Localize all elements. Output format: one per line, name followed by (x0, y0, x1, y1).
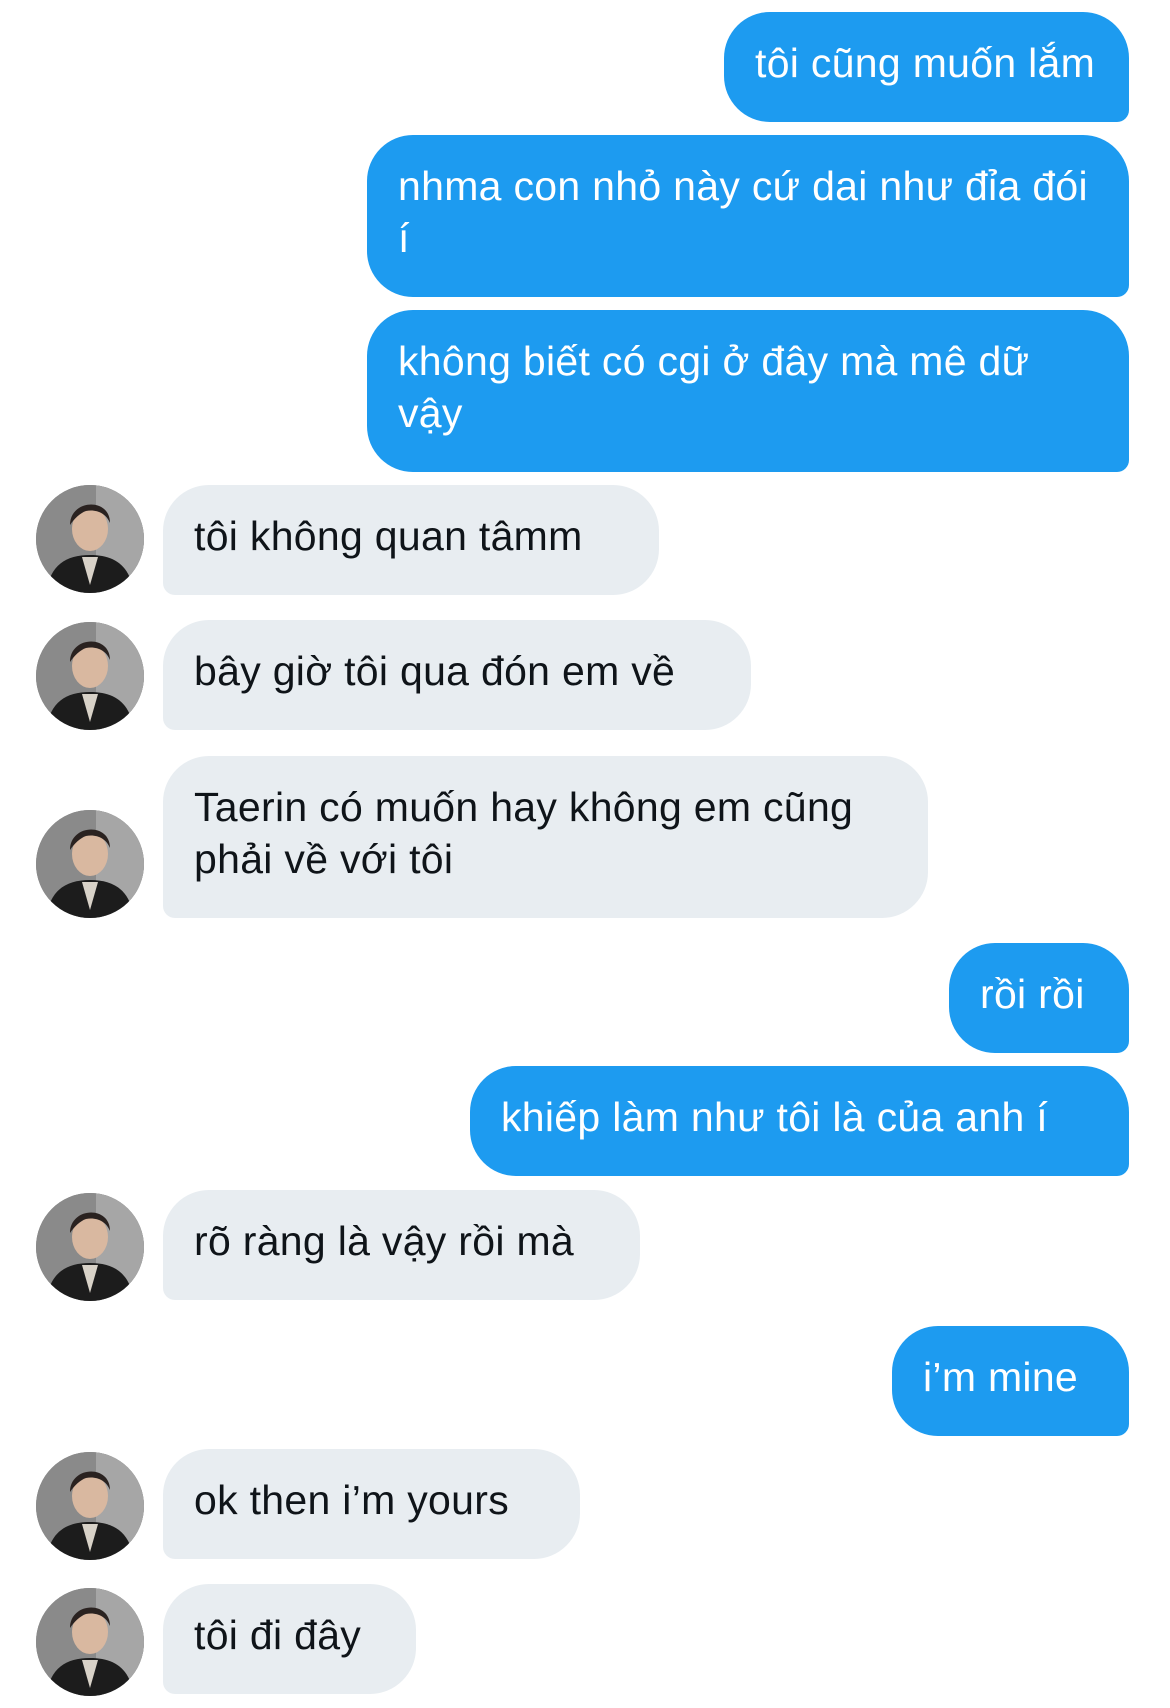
avatar-icon (36, 1588, 144, 1696)
avatar-icon (36, 1193, 144, 1301)
chat-thread: tôi cũng muốn lắm nhma con nhỏ này cứ da… (0, 0, 1170, 1708)
sent-message[interactable]: tôi cũng muốn lắm (724, 12, 1129, 122)
sent-message[interactable]: khiếp làm như tôi là của anh í (470, 1066, 1129, 1176)
contact-avatar[interactable] (36, 1452, 144, 1560)
contact-avatar[interactable] (36, 1588, 144, 1696)
contact-avatar[interactable] (36, 622, 144, 730)
received-message[interactable]: bây giờ tôi qua đón em về (163, 620, 751, 730)
avatar-icon (36, 485, 144, 593)
avatar-icon (36, 810, 144, 918)
sent-message[interactable]: rồi rồi (949, 943, 1129, 1053)
sent-message[interactable]: không biết có cgi ở đây mà mê dữ vậy (367, 310, 1129, 472)
contact-avatar[interactable] (36, 1193, 144, 1301)
received-message[interactable]: Taerin có muốn hay không em cũng phải về… (163, 756, 928, 918)
received-message[interactable]: tôi không quan tâmm (163, 485, 659, 595)
sent-message[interactable]: i’m mine (892, 1326, 1129, 1436)
avatar-icon (36, 1452, 144, 1560)
contact-avatar[interactable] (36, 485, 144, 593)
received-message[interactable]: rõ ràng là vậy rồi mà (163, 1190, 640, 1300)
contact-avatar[interactable] (36, 810, 144, 918)
avatar-icon (36, 622, 144, 730)
received-message[interactable]: ok then i’m yours (163, 1449, 580, 1559)
received-message[interactable]: tôi đi đây (163, 1584, 416, 1694)
sent-message[interactable]: nhma con nhỏ này cứ dai như đỉa đói í (367, 135, 1129, 297)
